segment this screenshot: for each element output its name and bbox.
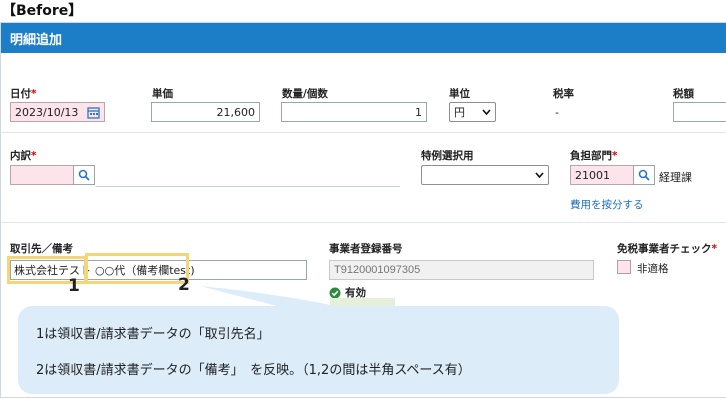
callout-bubble [18,306,619,394]
note-line-1: 1は領収書/請求書データの「取引先名」 [36,327,270,342]
note-line-2: 2は領収書/請求書データの「備考」 を反映。（1,2の間は半角スペース有） [36,363,471,378]
